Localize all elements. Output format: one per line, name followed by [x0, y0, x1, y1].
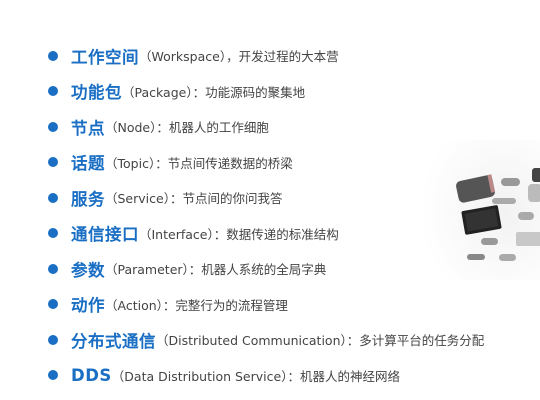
- robot-hardware-image: [420, 140, 540, 280]
- module-device: [481, 238, 498, 245]
- bullet-icon: [48, 228, 58, 239]
- list-item: 通信接口 （Interface）：数据传递的标准结构: [48, 216, 484, 252]
- item-desc: （Topic）：节点间传递数据的桥梁: [105, 155, 293, 171]
- bullet-icon: [48, 263, 58, 274]
- list-item: DDS （Data Distribution Service）：机器人的神经网络: [48, 358, 484, 394]
- list-item: 功能包 （Package）：功能源码的聚集地: [48, 74, 484, 110]
- item-term: 节点: [71, 118, 105, 138]
- camera-device: [532, 168, 540, 182]
- item-term: DDS: [71, 365, 112, 385]
- module-device: [492, 198, 516, 204]
- item-term: 功能包: [71, 83, 122, 103]
- module-device: [467, 254, 485, 260]
- list-item: 分布式通信 （Distributed Communication）：多计算平台的任…: [48, 322, 484, 358]
- module-device: [518, 212, 534, 220]
- bullet-icon: [48, 157, 58, 168]
- concept-list: 工作空间 （Workspace），开发过程的大本营 功能包 （Package）：功能…: [48, 38, 484, 393]
- module-device: [501, 178, 520, 186]
- item-desc: （Data Distribution Service）：机器人的神经网络: [111, 368, 400, 384]
- item-term: 参数: [71, 260, 105, 280]
- item-desc: （Workspace），开发过程的大本营: [139, 49, 339, 65]
- item-term: 动作: [71, 296, 105, 316]
- item-desc: （Service）：节点间的你问我答: [105, 191, 283, 207]
- item-desc: （Package）：功能源码的聚集地: [122, 84, 306, 100]
- bullet-icon: [48, 299, 58, 310]
- bullet-icon: [48, 86, 58, 97]
- bullet-icon: [48, 192, 58, 203]
- item-term: 工作空间: [71, 47, 139, 67]
- board-device: [516, 232, 540, 246]
- bullet-icon: [48, 121, 58, 132]
- list-item: 动作 （Action）：完整行为的流程管理: [48, 287, 484, 323]
- list-item: 参数 （Parameter）：机器人系统的全局字典: [48, 251, 484, 287]
- list-item: 话题 （Topic）：节点间传递数据的桥梁: [48, 145, 484, 181]
- bullet-icon: [48, 370, 58, 381]
- list-item: 服务 （Service）：节点间的你问我答: [48, 180, 484, 216]
- module-device: [499, 254, 516, 261]
- item-desc: （Interface）：数据传递的标准结构: [139, 226, 339, 242]
- bullet-icon: [48, 334, 58, 345]
- bullet-icon: [48, 50, 58, 61]
- item-term: 服务: [71, 189, 105, 209]
- item-desc: （Parameter）：机器人系统的全局字典: [105, 262, 327, 278]
- item-term: 通信接口: [71, 225, 139, 245]
- list-item: 工作空间 （Workspace），开发过程的大本营: [48, 38, 484, 74]
- item-desc: （Node）：机器人的工作细胞: [105, 120, 269, 136]
- item-desc: （Action）：完整行为的流程管理: [105, 297, 288, 313]
- sensor-device: [528, 184, 540, 202]
- item-term: 话题: [71, 154, 105, 174]
- item-desc: （Distributed Communication）：多计算平台的任务分配: [156, 333, 485, 349]
- list-item: 节点 （Node）：机器人的工作细胞: [48, 109, 484, 145]
- item-term: 分布式通信: [71, 331, 156, 351]
